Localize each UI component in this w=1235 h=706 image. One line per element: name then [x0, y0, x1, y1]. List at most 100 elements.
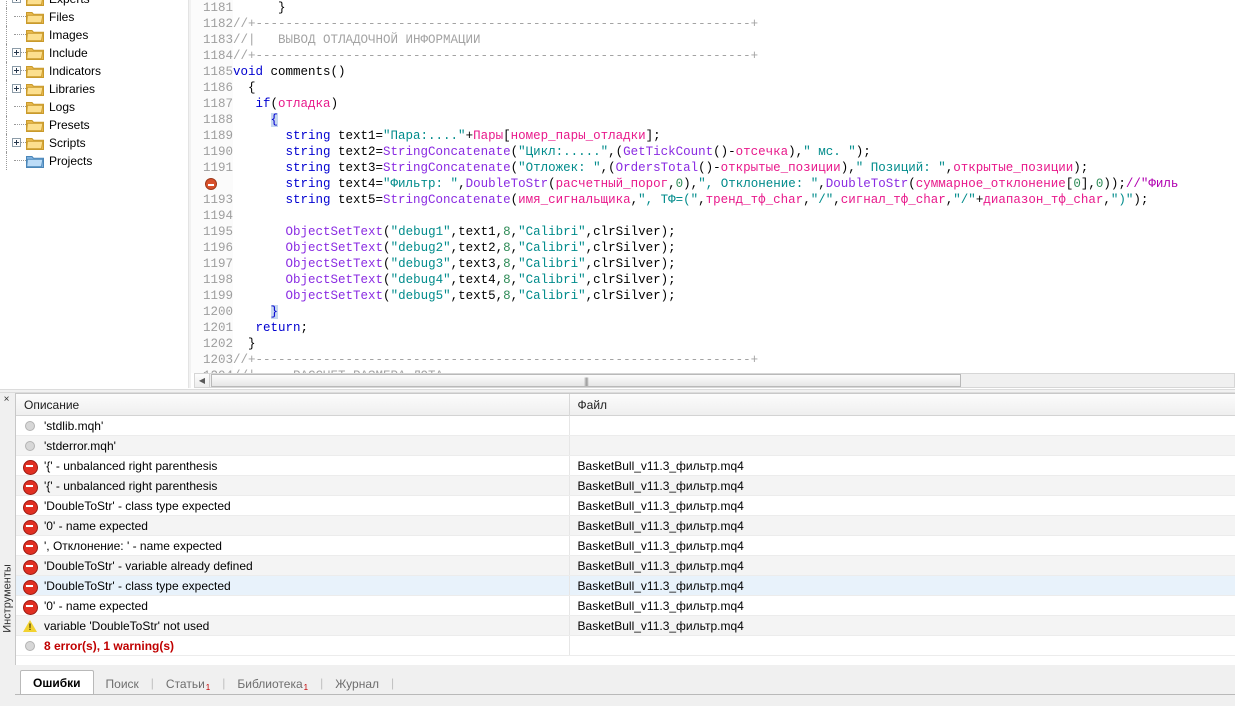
code-line[interactable]: 1184//+---------------------------------…	[191, 48, 1235, 64]
tree-item-include[interactable]: Include	[0, 44, 191, 62]
line-number: 1193	[191, 192, 233, 208]
code-line[interactable]: 1199 ObjectSetText("debug5",text5,8,"Cal…	[191, 288, 1235, 304]
error-icon	[22, 518, 38, 534]
error-file-cell	[570, 416, 1235, 435]
expand-plus-icon[interactable]	[12, 62, 26, 80]
error-description-cell: '{' - unbalanced right parenthesis	[16, 476, 570, 495]
metaeditor-window: ExpertsFilesImagesIncludeIndicators Libra…	[0, 0, 1235, 706]
table-row[interactable]: variable 'DoubleToStr' not usedBasketBul…	[16, 616, 1235, 636]
tree-indent-guide	[0, 26, 12, 44]
tab-статьи[interactable]: Статьи1	[154, 673, 222, 695]
tree-item-presets[interactable]: Presets	[0, 116, 191, 134]
navigator-panel[interactable]: ExpertsFilesImagesIncludeIndicators Libra…	[0, 0, 191, 388]
code-line[interactable]: 1198 ObjectSetText("debug4",text4,8,"Cal…	[191, 272, 1235, 288]
code-line[interactable]: 1193 string text5=StringConcatenate(имя_…	[191, 192, 1235, 208]
code-text: string text4="Фильтр: ",DoubleToStr(расч…	[233, 177, 1178, 191]
column-header-file[interactable]: Файл	[570, 394, 1235, 416]
scroll-left-arrow-icon[interactable]: ◀	[195, 374, 210, 387]
code-text: //+-------------------------------------…	[233, 49, 758, 63]
table-row[interactable]: 'DoubleToStr' - class type expectedBaske…	[16, 576, 1235, 596]
code-line[interactable]: 1200 }	[191, 304, 1235, 320]
error-description-cell: '0' - name expected	[16, 516, 570, 535]
folder-blue-icon	[26, 154, 44, 168]
code-line[interactable]: 1191 string text3=StringConcatenate("Отл…	[191, 160, 1235, 176]
table-row[interactable]: '0' - name expectedBasketBull_v11.3_филь…	[16, 516, 1235, 536]
tree-item-projects[interactable]: Projects	[0, 152, 191, 170]
code-line[interactable]: 1186 {	[191, 80, 1235, 96]
column-header-description[interactable]: Описание	[16, 394, 570, 416]
tree-item-logs[interactable]: Logs	[0, 98, 191, 116]
code-line[interactable]: 1183//| ВЫВОД ОТЛАДОЧНОЙ ИНФОРМАЦИИ	[191, 32, 1235, 48]
code-editor-pane[interactable]: 1181 }1182//+---------------------------…	[191, 0, 1235, 373]
code-line[interactable]: 1187 if(отладка)	[191, 96, 1235, 112]
error-file-cell	[570, 636, 1235, 655]
tree-item-files[interactable]: Files	[0, 8, 191, 26]
code-line[interactable]: 1195 ObjectSetText("debug1",text1,8,"Cal…	[191, 224, 1235, 240]
tree-item-scripts[interactable]: Scripts	[0, 134, 191, 152]
table-row[interactable]: 'stderror.mqh'	[16, 436, 1235, 456]
tree-item-indicators[interactable]: Indicators	[0, 62, 191, 80]
error-file-cell: BasketBull_v11.3_фильтр.mq4	[570, 616, 1235, 635]
folder-icon	[26, 118, 44, 132]
code-text: //+-------------------------------------…	[233, 353, 758, 367]
code-line[interactable]: 1182//+---------------------------------…	[191, 16, 1235, 32]
table-row[interactable]: '0' - name expectedBasketBull_v11.3_филь…	[16, 596, 1235, 616]
error-description-text: 'DoubleToStr' - class type expected	[44, 499, 231, 513]
code-line[interactable]: 1202 }	[191, 336, 1235, 352]
error-marker-icon[interactable]	[191, 176, 233, 192]
line-number: 1196	[191, 240, 233, 256]
tab-журнал[interactable]: Журнал	[323, 673, 391, 695]
table-row[interactable]: 'DoubleToStr' - class type expectedBaske…	[16, 496, 1235, 516]
tab-поиск[interactable]: Поиск	[94, 673, 151, 695]
table-row[interactable]: 'stdlib.mqh'	[16, 416, 1235, 436]
tree-item-label: Logs	[49, 100, 75, 114]
error-icon	[22, 538, 38, 554]
line-number: 1183	[191, 32, 233, 48]
code-text: return;	[233, 321, 308, 335]
code-line[interactable]: 1196 ObjectSetText("debug2",text2,8,"Cal…	[191, 240, 1235, 256]
tab-separator: |	[391, 676, 394, 690]
code-text: {	[233, 81, 256, 95]
code-line[interactable]: 1203//+---------------------------------…	[191, 352, 1235, 368]
table-row[interactable]: '{' - unbalanced right parenthesisBasket…	[16, 456, 1235, 476]
close-icon[interactable]: ×	[1, 394, 12, 405]
errors-list[interactable]: Описание Файл 'stdlib.mqh''stderror.mqh'…	[15, 393, 1235, 666]
tree-item-images[interactable]: Images	[0, 26, 191, 44]
expand-plus-icon[interactable]	[12, 0, 26, 8]
tab-ошибки[interactable]: Ошибки	[20, 670, 94, 695]
expand-plus-icon[interactable]	[12, 80, 26, 98]
table-row[interactable]: '{' - unbalanced right parenthesisBasket…	[16, 476, 1235, 496]
tree-indent-guide	[0, 98, 12, 116]
code-line[interactable]: 1194	[191, 208, 1235, 224]
table-row[interactable]: 8 error(s), 1 warning(s)	[16, 636, 1235, 656]
tree-item-libraries[interactable]: Libraries	[0, 80, 191, 98]
code-line[interactable]: 1188 {	[191, 112, 1235, 128]
tab-label: Ошибки	[33, 676, 81, 690]
code-line[interactable]: 1197 ObjectSetText("debug3",text3,8,"Cal…	[191, 256, 1235, 272]
code-line[interactable]: 1185void comments()	[191, 64, 1235, 80]
scrollbar-thumb[interactable]: |||	[211, 374, 961, 387]
table-row[interactable]: 'DoubleToStr' - variable already defined…	[16, 556, 1235, 576]
info-icon	[25, 641, 35, 651]
code-line[interactable]: string text4="Фильтр: ",DoubleToStr(расч…	[191, 176, 1235, 192]
code-line[interactable]: 1201 return;	[191, 320, 1235, 336]
code-line[interactable]: 1190 string text2=StringConcatenate("Цик…	[191, 144, 1235, 160]
tree-item-label: Projects	[49, 154, 92, 168]
tree-item-label: Libraries	[49, 82, 95, 96]
line-number: 1189	[191, 128, 233, 144]
tree-item-experts[interactable]: Experts	[0, 0, 191, 8]
folder-icon	[26, 0, 44, 6]
code-line[interactable]: 1189 string text1="Пара:...."+Пары[номер…	[191, 128, 1235, 144]
folder-icon	[26, 46, 44, 60]
code-line[interactable]: 1181 }	[191, 0, 1235, 16]
table-row[interactable]: ', Отклонение: ' - name expectedBasketBu…	[16, 536, 1235, 556]
editor-horizontal-scrollbar[interactable]: ◀ |||	[194, 373, 1235, 388]
error-description-text: 'DoubleToStr' - class type expected	[44, 579, 231, 593]
tab-библиотека[interactable]: Библиотека1	[225, 673, 320, 695]
tree-leaf-connector	[12, 152, 26, 170]
line-number: 1198	[191, 272, 233, 288]
expand-plus-icon[interactable]	[12, 44, 26, 62]
line-number: 1200	[191, 304, 233, 320]
folder-icon	[26, 82, 44, 96]
expand-plus-icon[interactable]	[12, 134, 26, 152]
